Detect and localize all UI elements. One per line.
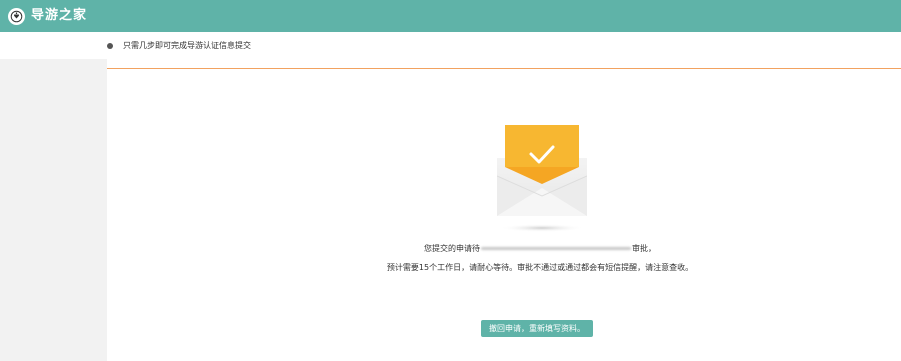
withdraw-application-button[interactable]: 撤回申请，重新填写资料。 — [481, 320, 593, 337]
bullet-icon — [107, 43, 113, 49]
guide-badge-icon[interactable] — [8, 8, 25, 25]
top-bar: 导游之家 — [0, 0, 901, 32]
orange-divider — [107, 68, 901, 69]
status-message-line2: 预计需要15个工作日，请耐心等待。审批不通过或通过都会有短信提醒，请注意查收。 — [386, 263, 694, 272]
redacted-text — [481, 247, 631, 250]
status-prefix: 您提交的申请待 — [424, 244, 480, 253]
envelope-check-icon — [497, 124, 587, 234]
status-suffix: 审批， — [632, 244, 656, 253]
status-message-line1: 您提交的申请待 审批， — [400, 243, 680, 255]
notice-bar: 只需几步即可完成导游认证信息提交 — [0, 32, 901, 59]
site-title[interactable]: 导游之家 — [31, 7, 87, 25]
sidebar — [0, 59, 107, 361]
notice-text: 只需几步即可完成导游认证信息提交 — [123, 41, 251, 50]
